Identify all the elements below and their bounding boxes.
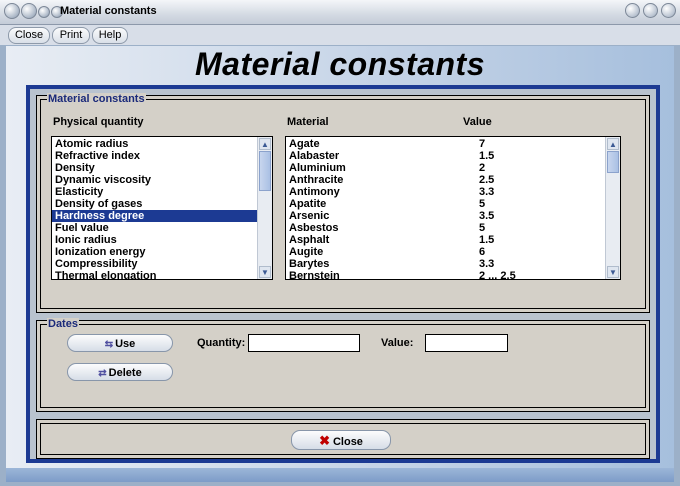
value-label: Value: [381, 337, 414, 349]
material-value: 5 [479, 222, 486, 234]
value-input[interactable] [425, 334, 508, 352]
physical-quantity-list[interactable]: Atomic radius Refractive index Density D… [51, 136, 273, 280]
material-value: 3.5 [479, 210, 495, 222]
menu-help[interactable]: Help [92, 27, 128, 44]
value-header: Value [463, 116, 492, 128]
material-name: Asbestos [289, 222, 339, 234]
dialog-container: Material constants Physical quantity Mat… [26, 85, 660, 463]
window-menu-icon[interactable] [4, 3, 20, 19]
scroll-thumb[interactable] [607, 151, 619, 173]
list-item[interactable]: Density [52, 162, 272, 174]
scroll-up-icon[interactable]: ▲ [259, 138, 271, 150]
list-item[interactable]: Atomic radius [52, 138, 272, 150]
delete-button-label: Delete [108, 367, 142, 379]
dates-group: Dates ⇆ Use Quantity: Value: ⇄ Delete [40, 318, 646, 408]
close-window-icon[interactable] [661, 3, 676, 18]
quantity-input[interactable] [248, 334, 360, 352]
list-item[interactable]: Apatite 5 [286, 198, 620, 210]
physical-quantity-header: Physical quantity [53, 116, 144, 128]
page-title: Material constants [195, 46, 485, 82]
list-item[interactable]: Elasticity [52, 186, 272, 198]
use-button-label: Use [115, 338, 136, 350]
material-name: Barytes [289, 258, 330, 270]
menu-close[interactable]: Close [8, 27, 50, 44]
list-item[interactable]: Thermal elongation [52, 270, 272, 279]
window-controls-right [622, 3, 676, 21]
list-item[interactable]: Barytes 3.3 [286, 258, 620, 270]
title-bar: Material constants [0, 0, 680, 25]
list-item-selected[interactable]: Hardness degree [52, 210, 257, 222]
material-name: Aluminium [289, 162, 346, 174]
dates-legend: Dates [47, 318, 79, 330]
material-value: 1.5 [479, 150, 495, 162]
material-value: 7 [479, 138, 486, 150]
material-value: 3.3 [479, 258, 495, 270]
list-item[interactable]: Density of gases [52, 198, 272, 210]
material-name: Antimony [289, 186, 340, 198]
dates-panel: Dates ⇆ Use Quantity: Value: ⇄ Delete [36, 318, 650, 412]
material-value: 2.5 [479, 174, 495, 186]
quantity-label: Quantity: [197, 337, 246, 349]
material-constants-group: Material constants Physical quantity Mat… [40, 93, 646, 309]
window-title: Material constants [60, 5, 157, 17]
list-item[interactable]: Ionic radius [52, 234, 272, 246]
material-constants-panel: Material constants Physical quantity Mat… [36, 93, 650, 313]
list-item[interactable]: Bernstein 2 ... 2.5 [286, 270, 620, 280]
list-item[interactable]: Fuel value [52, 222, 272, 234]
physical-quantity-scrollbar[interactable]: ▲ ▼ [257, 137, 272, 279]
list-item[interactable]: Asbestos 5 [286, 222, 620, 234]
material-name: Anthracite [289, 174, 344, 186]
use-button[interactable]: ⇆ Use [67, 334, 173, 352]
close-button[interactable]: ✖ Close [291, 430, 391, 450]
scroll-up-icon[interactable]: ▲ [607, 138, 619, 150]
list-item[interactable]: Dynamic viscosity [52, 174, 272, 186]
delete-button[interactable]: ⇄ Delete [67, 363, 173, 381]
material-name: Augite [289, 246, 324, 258]
close-x-icon: ✖ [319, 433, 330, 448]
list-item[interactable]: Arsenic 3.5 [286, 210, 620, 222]
material-value: 2 [479, 162, 486, 174]
list-item[interactable]: Compressibility [52, 258, 272, 270]
material-constants-legend: Material constants [47, 93, 146, 105]
window-menu-icon-2[interactable] [21, 3, 37, 19]
material-header: Material [287, 116, 329, 128]
background-band [6, 468, 674, 482]
list-item[interactable]: Refractive index [52, 150, 272, 162]
scroll-thumb[interactable] [259, 151, 271, 191]
footer-panel: ✖ Close [36, 419, 650, 459]
material-name: Asphalt [289, 234, 330, 246]
list-item[interactable]: Aluminium 2 [286, 162, 620, 174]
material-value-list[interactable]: Agate 7 Alabaster 1.5 Aluminium 2 Anthracit… [285, 136, 621, 280]
menu-print[interactable]: Print [52, 27, 90, 44]
delete-arrows-icon: ⇄ [98, 368, 107, 379]
close-button-label: Close [332, 436, 363, 448]
use-arrows-icon: ⇆ [104, 339, 114, 350]
scroll-down-icon[interactable]: ▼ [607, 266, 619, 278]
menu-bar: Close Print Help [0, 25, 680, 45]
list-item[interactable]: Augite 6 [286, 246, 620, 258]
material-name: Alabaster [289, 150, 340, 162]
list-item[interactable]: Antimony 3.3 [286, 186, 620, 198]
list-item[interactable]: Anthracite 2.5 [286, 174, 620, 186]
material-value: 3.3 [479, 186, 495, 198]
list-item[interactable]: Agate 7 [286, 138, 620, 150]
list-item[interactable]: Ionization energy [52, 246, 272, 258]
scroll-down-icon[interactable]: ▼ [259, 266, 271, 278]
material-value: 2 ... 2.5 [479, 270, 516, 280]
window-controls-left [4, 3, 64, 19]
material-name: Agate [289, 138, 320, 150]
material-value: 1.5 [479, 234, 495, 246]
material-value: 6 [479, 246, 486, 258]
window-menu-icon-3[interactable] [38, 6, 50, 18]
material-name: Arsenic [289, 210, 330, 222]
material-name: Apatite [289, 198, 327, 210]
minimize-icon[interactable] [625, 3, 640, 18]
material-value: 5 [479, 198, 486, 210]
material-scrollbar[interactable]: ▲ ▼ [605, 137, 620, 279]
footer-group: ✖ Close [40, 423, 646, 455]
material-name: Bernstein [289, 270, 340, 280]
maximize-icon[interactable] [643, 3, 658, 18]
list-item[interactable]: Alabaster 1.5 [286, 150, 620, 162]
list-item[interactable]: Asphalt 1.5 [286, 234, 620, 246]
